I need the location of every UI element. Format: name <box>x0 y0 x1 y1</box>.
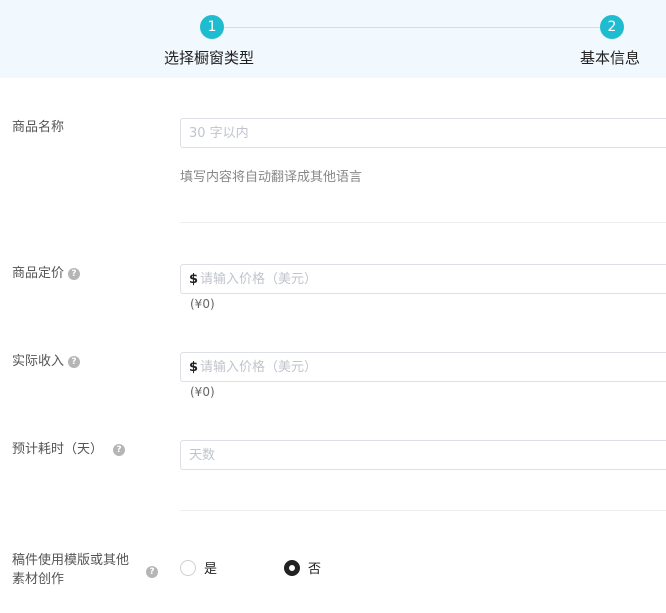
section-divider <box>180 222 666 223</box>
step-connector-line <box>224 27 600 28</box>
income-field[interactable]: $ <box>180 352 666 382</box>
section-divider <box>180 510 666 511</box>
price-label: 商品定价? <box>12 264 81 284</box>
dollar-sign: $ <box>189 271 199 287</box>
radio-yes-label: 是 <box>204 562 218 577</box>
price-input[interactable] <box>200 265 621 293</box>
product-name-field[interactable] <box>180 118 666 148</box>
duration-field[interactable] <box>180 440 666 470</box>
radio-yes[interactable]: 是 <box>180 558 217 577</box>
template-usage-label-line2: 素材创作 <box>12 572 65 587</box>
dollar-sign: $ <box>189 359 199 375</box>
duration-label: 预计耗时（天）? <box>12 440 126 460</box>
help-icon[interactable]: ? <box>113 444 126 456</box>
radio-no-label: 否 <box>308 562 322 577</box>
radio-unchecked-icon[interactable] <box>180 559 196 576</box>
duration-label-text: 预计耗时（天） <box>12 442 104 457</box>
income-input[interactable] <box>200 353 621 381</box>
template-usage-label: 稿件使用模版或其他 <box>12 553 130 568</box>
radio-checked-icon[interactable] <box>284 559 300 576</box>
price-rmb-conversion: (¥0) <box>190 297 215 311</box>
income-label-text: 实际收入 <box>12 354 65 369</box>
income-label: 实际收入? <box>12 352 81 372</box>
duration-input[interactable] <box>189 441 629 469</box>
income-rmb-conversion: (¥0) <box>190 385 215 399</box>
step-2-label: 基本信息 <box>580 49 641 67</box>
product-name-label: 商品名称 <box>12 120 65 135</box>
help-icon[interactable]: ? <box>146 566 158 578</box>
product-name-input[interactable] <box>189 119 629 147</box>
price-label-text: 商品定价 <box>12 266 65 281</box>
step-1-label: 选择橱窗类型 <box>164 49 255 67</box>
step-progress-bar: 1 选择橱窗类型 2 基本信息 <box>0 0 666 78</box>
price-field[interactable]: $ <box>180 264 666 294</box>
translation-hint: 填写内容将自动翻译成其他语言 <box>180 170 363 185</box>
help-icon[interactable]: ? <box>68 356 81 368</box>
help-icon[interactable]: ? <box>68 268 81 280</box>
step-1-indicator: 1 <box>200 15 224 39</box>
step-2-indicator: 2 <box>600 15 624 39</box>
radio-no[interactable]: 否 <box>284 558 321 577</box>
